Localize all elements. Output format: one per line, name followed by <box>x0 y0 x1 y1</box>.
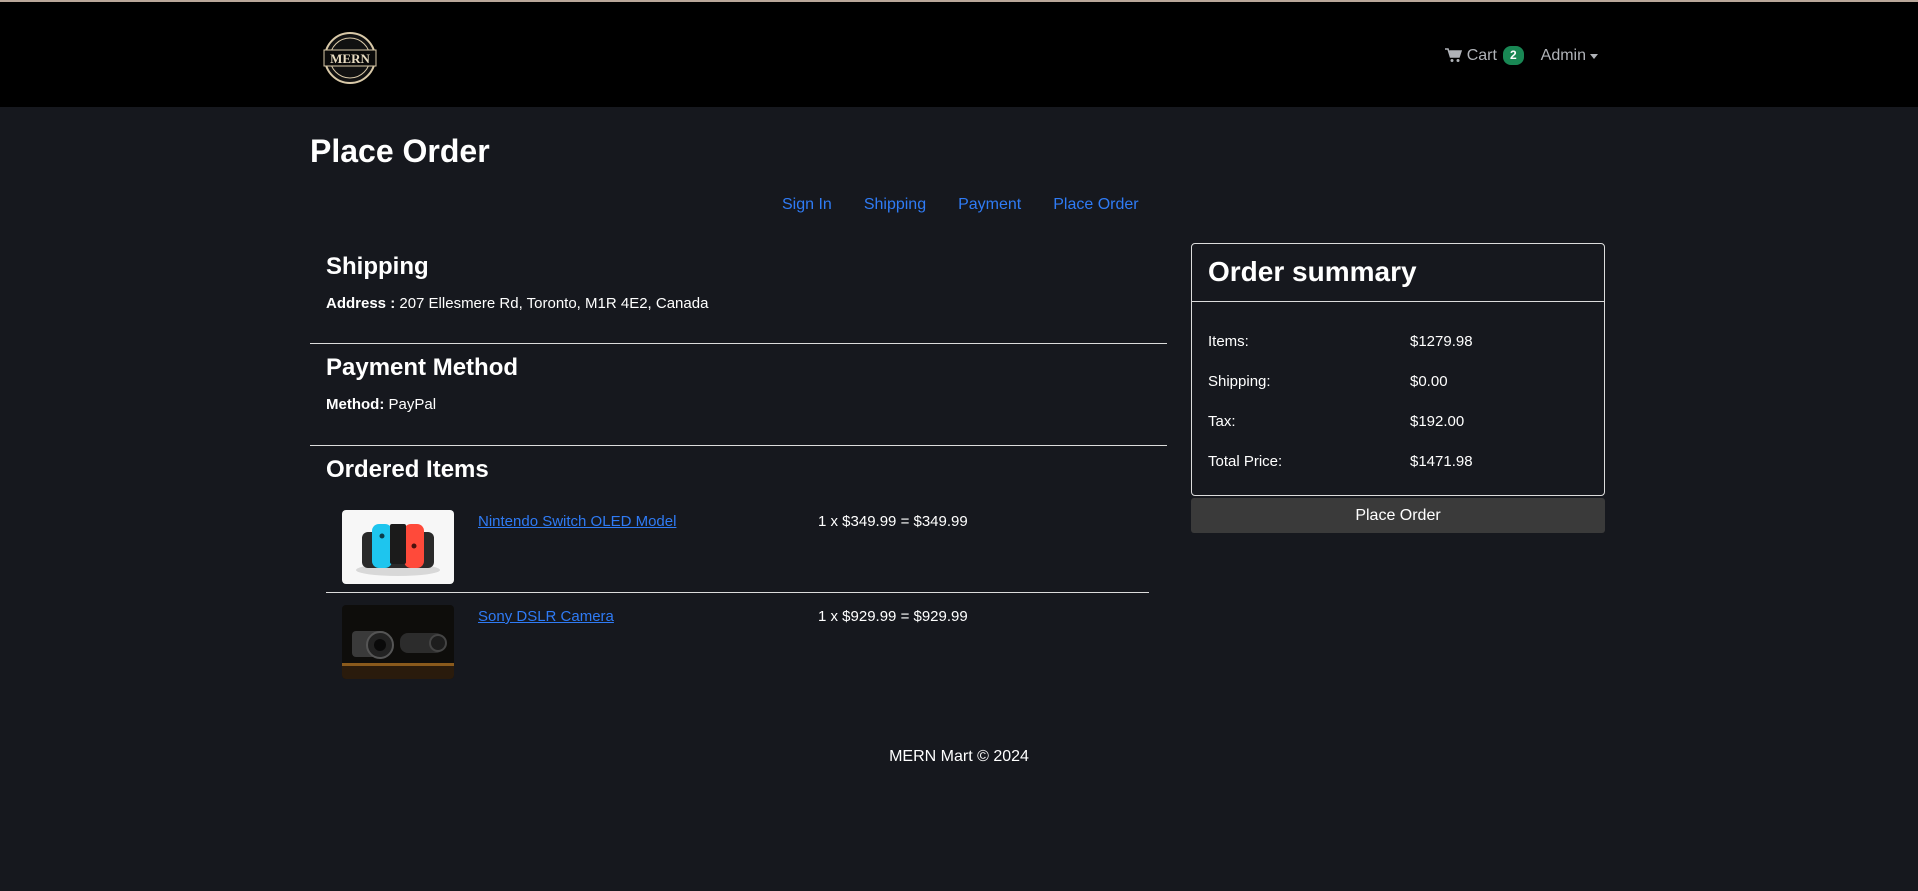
shipping-address: Address : 207 Ellesmere Rd, Toronto, M1R… <box>326 295 1151 312</box>
place-order-button[interactable]: Place Order <box>1191 498 1605 533</box>
summary-value: $1471.98 <box>1410 452 1473 470</box>
admin-dropdown[interactable]: Admin <box>1541 47 1598 65</box>
summary-label: Tax: <box>1208 412 1236 430</box>
navbar: MERN Cart 2 Admin <box>0 2 1918 107</box>
shipping-heading: Shipping <box>326 253 429 280</box>
payment-heading: Payment Method <box>326 354 519 381</box>
product-image-switch <box>342 510 454 584</box>
summary-rows: Items: $1279.98 Shipping: $0.00 Tax: $19… <box>1192 302 1604 481</box>
page-title: Place Order <box>310 133 490 169</box>
payment-method: Method: PayPal <box>326 396 1151 413</box>
cart-label: Cart <box>1466 46 1497 64</box>
item-link-sony-camera[interactable]: Sony DSLR Camera <box>478 605 818 625</box>
admin-label: Admin <box>1540 46 1586 64</box>
summary-value: $1279.98 <box>1410 332 1473 350</box>
cart-icon <box>1444 48 1462 62</box>
summary-row-items: Items: $1279.98 <box>1192 321 1604 361</box>
summary-row-tax: Tax: $192.00 <box>1192 401 1604 441</box>
summary-label: Shipping: <box>1208 372 1271 390</box>
step-place-order[interactable]: Place Order <box>1053 196 1138 214</box>
ordered-items-section: Ordered Items Nintendo Switch OLED Model… <box>310 446 1167 705</box>
item-price-line: 1 x $349.99 = $349.99 <box>818 513 968 530</box>
step-shipping[interactable]: Shipping <box>864 196 926 214</box>
ordered-items-heading: Ordered Items <box>326 456 489 483</box>
address-label: Address : <box>326 295 396 312</box>
logo-text: MERN <box>330 51 370 66</box>
summary-label: Items: <box>1208 332 1249 350</box>
step-payment[interactable]: Payment <box>958 196 1021 214</box>
list-item: Nintendo Switch OLED Model 1 x $349.99 =… <box>326 498 1149 592</box>
shipping-section: Shipping Address : 207 Ellesmere Rd, Tor… <box>310 243 1167 344</box>
item-link-nintendo-switch[interactable]: Nintendo Switch OLED Model <box>478 510 818 530</box>
nav-right: Cart 2 Admin <box>1444 46 1598 65</box>
method-value: PayPal <box>388 396 437 413</box>
order-summary-card: Order summary Items: $1279.98 Shipping: … <box>1191 243 1605 496</box>
product-image-camera <box>342 605 454 679</box>
summary-value: $192.00 <box>1410 412 1465 430</box>
cart-link[interactable]: Cart 2 <box>1444 46 1524 65</box>
step-sign-in[interactable]: Sign In <box>782 196 832 214</box>
brand-logo[interactable]: MERN <box>320 31 380 85</box>
caret-down-icon <box>1590 54 1598 59</box>
item-price-line: 1 x $929.99 = $929.99 <box>818 608 968 625</box>
method-label: Method: <box>326 396 385 413</box>
summary-row-shipping: Shipping: $0.00 <box>1192 361 1604 401</box>
order-summary-heading: Order summary <box>1192 244 1604 302</box>
summary-label: Total Price: <box>1208 452 1283 470</box>
checkout-steps: Sign In Shipping Payment Place Order <box>782 196 1139 214</box>
summary-value: $0.00 <box>1410 372 1448 390</box>
cart-count-badge: 2 <box>1502 46 1524 65</box>
order-details: Shipping Address : 207 Ellesmere Rd, Tor… <box>310 243 1167 705</box>
address-value: 207 Ellesmere Rd, Toronto, M1R 4E2, Cana… <box>399 295 709 312</box>
payment-section: Payment Method Method: PayPal <box>310 344 1167 446</box>
list-item: Sony DSLR Camera 1 x $929.99 = $929.99 <box>326 592 1149 687</box>
footer-copyright: MERN Mart © 2024 <box>889 748 1029 765</box>
summary-row-total: Total Price: $1471.98 <box>1192 441 1604 481</box>
